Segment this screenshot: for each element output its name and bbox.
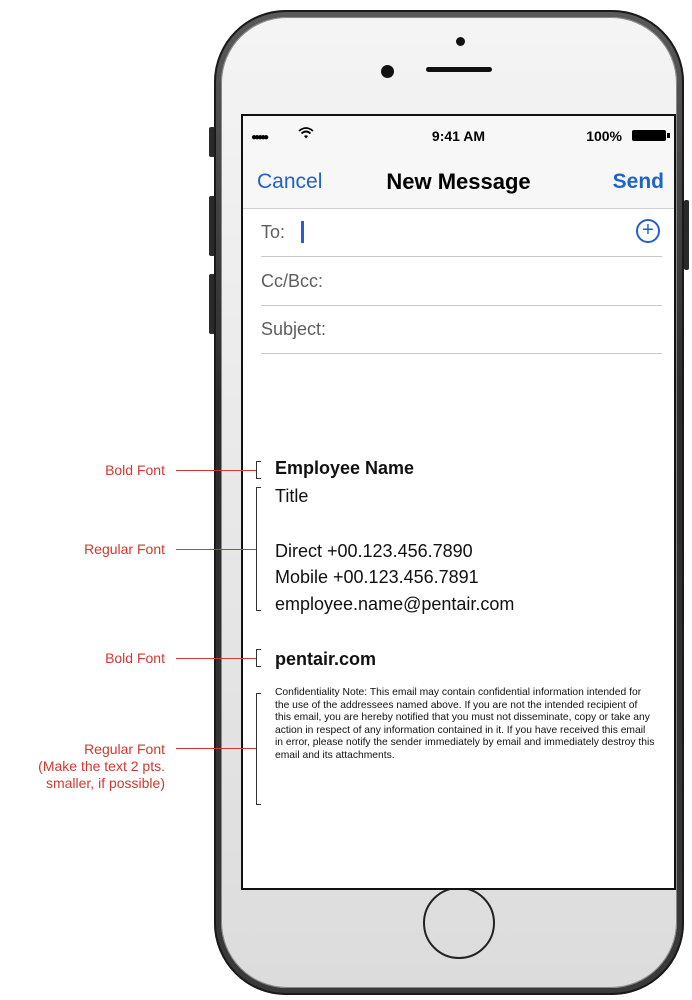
confidentiality-note: Confidentiality Note: This email may con… [275, 687, 655, 761]
annotation-line [176, 549, 256, 550]
compose-header: ●●●●● 9:41 AM 100% Cancel New Message Se… [243, 116, 674, 209]
compose-title: New Message [386, 169, 531, 194]
signature-website: pentair.com [275, 649, 377, 669]
signature-mobile-phone: Mobile +00.123.456.7891 [275, 567, 479, 587]
subject-field[interactable]: Subject: [261, 307, 662, 354]
add-contact-icon[interactable]: + [636, 219, 660, 243]
annotation-bold-font-website: Bold Font [105, 650, 165, 666]
annotation-bold-font-name: Bold Font [105, 462, 165, 478]
cc-bcc-label: Cc/Bcc: [261, 271, 324, 291]
annotation-line [176, 748, 256, 749]
bracket-name [256, 461, 261, 479]
front-camera [381, 65, 394, 78]
text-cursor [301, 221, 304, 243]
home-button[interactable] [423, 887, 495, 959]
bracket-contact [256, 487, 261, 611]
subject-label: Subject: [261, 319, 327, 339]
signature-email: employee.name@pentair.com [275, 594, 515, 614]
signature-title: Title [275, 486, 309, 506]
to-label: To: [261, 222, 286, 242]
annotation-regular-font-note: Regular Font (Make the text 2 pts. small… [38, 741, 165, 791]
phone-screen: ●●●●● 9:41 AM 100% Cancel New Message Se… [241, 114, 676, 890]
send-button[interactable]: Send [613, 170, 664, 194]
earpiece-speaker [426, 67, 492, 72]
to-field[interactable]: To: + [261, 210, 662, 257]
power-button [684, 200, 689, 270]
annotation-line [176, 658, 256, 659]
cc-bcc-field[interactable]: Cc/Bcc: [261, 259, 662, 306]
status-bar: ●●●●● 9:41 AM 100% [243, 126, 674, 146]
front-sensor [456, 37, 465, 46]
battery-percent: 100% [586, 128, 622, 144]
bracket-note [256, 693, 261, 805]
compose-nav-bar: Cancel New Message Send [243, 164, 674, 198]
battery-icon [632, 130, 670, 141]
signature-direct-phone: Direct +00.123.456.7890 [275, 541, 473, 561]
annotation-line [176, 470, 256, 471]
signature-name: Employee Name [275, 458, 415, 478]
bracket-website [256, 649, 261, 667]
annotation-regular-font-contact: Regular Font [84, 541, 165, 557]
